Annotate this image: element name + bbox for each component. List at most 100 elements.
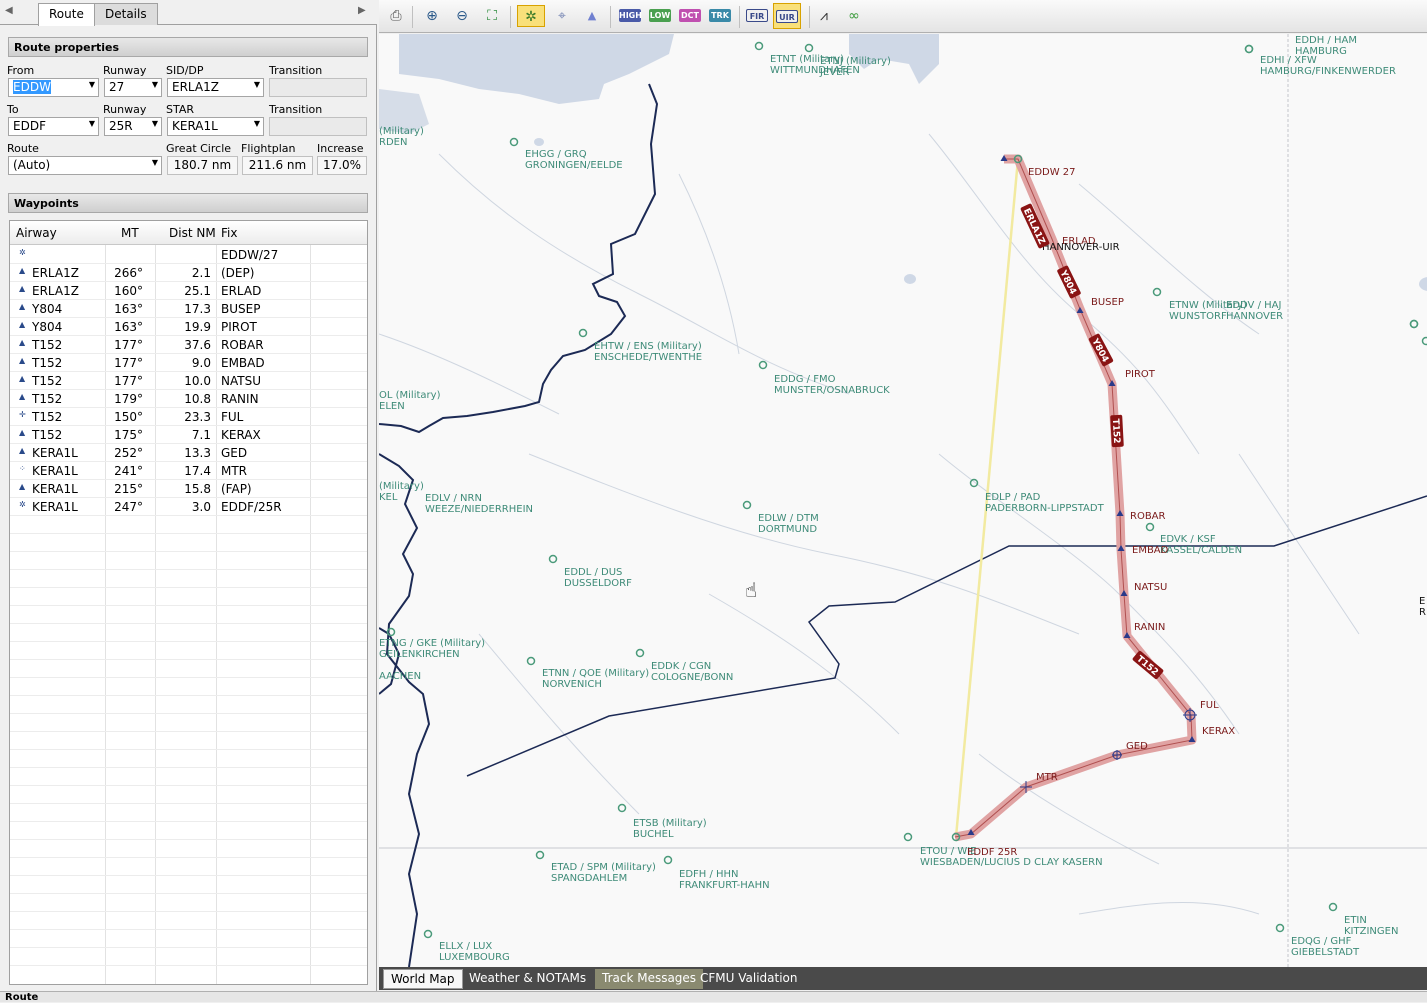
table-row[interactable]: ▲KERA1L215°15.8(FAP) — [10, 480, 368, 498]
table-row[interactable] — [10, 552, 368, 570]
vor-filter-icon[interactable]: ⌖ — [550, 5, 574, 27]
tab-world-map[interactable]: World Map — [383, 969, 463, 989]
table-row[interactable]: ✛T152150°23.3FUL — [10, 408, 368, 426]
table-row[interactable] — [10, 678, 368, 696]
tab-track-messages[interactable]: Track Messages — [595, 969, 703, 989]
table-row[interactable] — [10, 912, 368, 930]
table-row[interactable]: ✲KERA1L247°3.0EDDF/25R — [10, 498, 368, 516]
tab-route[interactable]: Route — [38, 3, 95, 26]
table-row[interactable] — [10, 894, 368, 912]
cell-fix: FUL — [221, 410, 243, 424]
map-canvas[interactable]: EDDH / HAMHAMBURGEDHI / XFWHAMBURG/FINKE… — [379, 34, 1427, 967]
arr-transition-field[interactable] — [269, 117, 367, 136]
tab-cfmu-validation[interactable]: CFMU Validation — [693, 969, 805, 989]
table-row[interactable] — [10, 876, 368, 894]
tab-scroll-right-icon[interactable]: ▶ — [358, 5, 366, 16]
table-row[interactable] — [10, 930, 368, 948]
low-airways-button[interactable]: LOW — [649, 9, 671, 22]
route-link-icon[interactable]: ∞ — [842, 5, 866, 27]
airport-filter-icon[interactable]: ✲ — [517, 5, 545, 27]
wp-busep: BUSEP — [1091, 297, 1124, 308]
dep-transition-field[interactable] — [269, 78, 367, 97]
table-row[interactable] — [10, 516, 368, 534]
tab-scroll-left-icon[interactable]: ◀ — [5, 5, 13, 16]
table-row[interactable]: ▲KERA1L252°13.3GED — [10, 444, 368, 462]
table-row[interactable] — [10, 732, 368, 750]
tab-weather-notams[interactable]: Weather & NOTAMs — [462, 969, 593, 989]
table-row[interactable] — [10, 660, 368, 678]
table-row[interactable]: ▲T152175°7.1KERAX — [10, 426, 368, 444]
dct-button[interactable]: DCT — [679, 9, 701, 22]
table-row[interactable]: ▲T152179°10.8RANIN — [10, 390, 368, 408]
flightplan-value: 211.6 nm — [242, 156, 313, 175]
airport-dusseldorf-name: DUSSELDORF — [564, 578, 632, 589]
to-select[interactable]: EDDF▼ — [8, 117, 99, 136]
from-select[interactable]: EDDW▼ — [8, 78, 99, 97]
dep-runway-select[interactable]: 27▼ — [104, 78, 162, 97]
uir-toggle[interactable]: UIR — [773, 3, 801, 29]
cell-mt: 241° — [114, 464, 143, 478]
cell-airway: T152 — [32, 356, 62, 370]
table-row[interactable] — [10, 768, 368, 786]
airport-buchel-name: BUCHEL — [633, 829, 674, 840]
col-mt[interactable]: MT — [121, 226, 139, 240]
table-row[interactable] — [10, 948, 368, 966]
table-row[interactable]: ✲EDDW/27 — [10, 246, 368, 264]
table-row[interactable] — [10, 606, 368, 624]
trk-button[interactable]: TRK — [709, 9, 731, 22]
table-row[interactable]: ▲T152177°9.0EMBAD — [10, 354, 368, 372]
table-row[interactable] — [10, 624, 368, 642]
col-fix[interactable]: Fix — [221, 226, 237, 240]
table-row[interactable] — [10, 840, 368, 858]
zoom-in-icon[interactable]: ⊕ — [420, 5, 444, 27]
wp-robar: ROBAR — [1130, 511, 1166, 522]
border-line — [379, 454, 429, 967]
table-row[interactable]: ⁘KERA1L241°17.4MTR — [10, 462, 368, 480]
airport-icon — [1246, 46, 1253, 53]
airport-icon: ✲ — [19, 248, 26, 257]
sid-select[interactable]: ERLA1Z▼ — [167, 78, 264, 97]
table-row[interactable]: ▲ERLA1Z160°25.1ERLAD — [10, 282, 368, 300]
arr-runway-select[interactable]: 25R▼ — [104, 117, 162, 136]
col-dist[interactable]: Dist NM — [169, 226, 216, 240]
airport-norvenich-code: ETNN / QOE (Military) — [542, 668, 649, 679]
map-bottom-tabs: World Map Weather & NOTAMs Track Message… — [379, 967, 1427, 990]
table-row[interactable]: ▲T152177°37.6ROBAR — [10, 336, 368, 354]
cell-mt: 177° — [114, 356, 143, 370]
col-airway[interactable]: Airway — [16, 226, 57, 240]
fir-button[interactable]: FIR — [746, 9, 768, 22]
from-label: From — [7, 64, 34, 77]
table-row[interactable]: ▲T152177°10.0NATSU — [10, 372, 368, 390]
airport-hamburg-code: EDDH / HAM — [1295, 35, 1357, 46]
high-airways-button[interactable]: HIGH — [619, 9, 641, 22]
table-row[interactable] — [10, 534, 368, 552]
table-row[interactable] — [10, 714, 368, 732]
cell-fix: RANIN — [221, 392, 259, 406]
table-row[interactable] — [10, 570, 368, 588]
print-icon[interactable]: ⎙ — [384, 5, 408, 27]
chevron-down-icon: ▼ — [152, 158, 158, 167]
profile-icon[interactable]: ⩘ — [812, 5, 836, 27]
route-select[interactable]: (Auto)▼ — [8, 156, 162, 175]
zoom-fit-icon[interactable]: ⛶ — [480, 5, 504, 27]
table-row[interactable] — [10, 642, 368, 660]
table-row[interactable] — [10, 696, 368, 714]
zoom-out-icon[interactable]: ⊖ — [450, 5, 474, 27]
tab-details[interactable]: Details — [94, 3, 158, 25]
waypoint-filter-icon[interactable]: ▲ — [580, 5, 604, 27]
table-row[interactable]: ▲ERLA1Z266°2.1(DEP) — [10, 264, 368, 282]
world-map[interactable]: EDDH / HAMHAMBURGEDHI / XFWHAMBURG/FINKE… — [379, 34, 1427, 967]
airport-geilenkirchen-code: ETNG / GKE (Military) — [379, 638, 485, 649]
table-row[interactable]: ▲Y804163°19.9PIROT — [10, 318, 368, 336]
table-row[interactable] — [10, 588, 368, 606]
star-select[interactable]: KERA1L▼ — [167, 117, 264, 136]
table-row[interactable] — [10, 750, 368, 768]
waypoints-table[interactable]: Airway MT Dist NM Fix ✲EDDW/27▲ERLA1Z266… — [9, 220, 368, 985]
dep-runway-label: Runway — [103, 64, 146, 77]
table-row[interactable]: ▲Y804163°17.3BUSEP — [10, 300, 368, 318]
airport-jever-code: ETNJ (Military) — [820, 56, 891, 67]
table-row[interactable] — [10, 858, 368, 876]
table-row[interactable] — [10, 804, 368, 822]
table-row[interactable] — [10, 786, 368, 804]
table-row[interactable] — [10, 822, 368, 840]
